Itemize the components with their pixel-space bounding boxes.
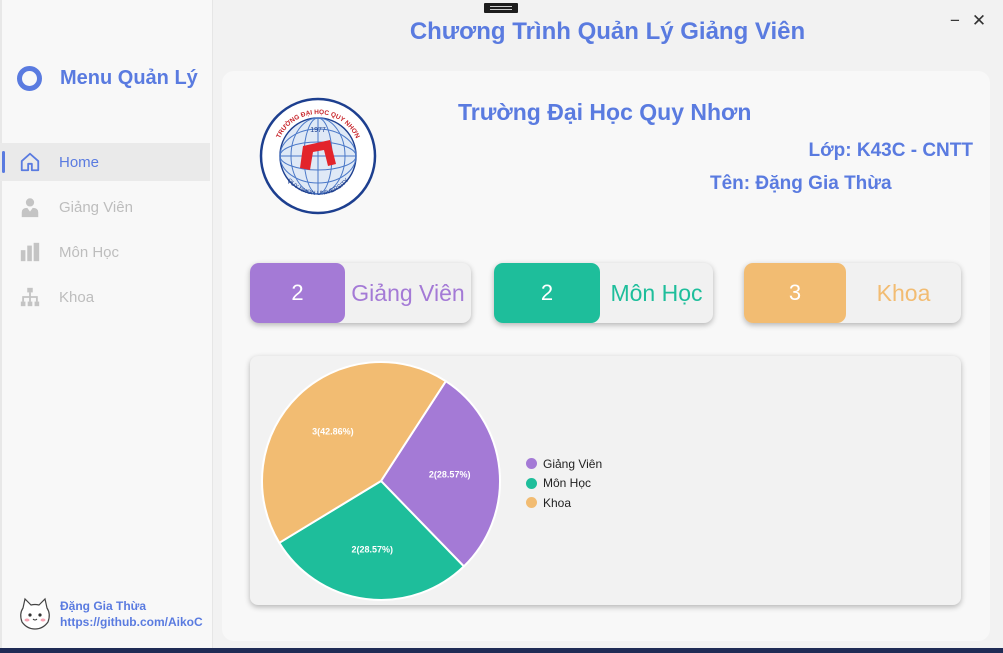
minimize-icon: − bbox=[950, 11, 960, 30]
legend-label: Môn Học bbox=[543, 476, 592, 491]
legend-dot-icon bbox=[526, 477, 537, 489]
author-info: Đặng Gia Thừa https://github.com/AikoC bbox=[60, 598, 203, 630]
pie-chart-card: 2(28.57%) 2(28.57%) 3(42.86%) Giảng Viên Mô… bbox=[250, 356, 961, 605]
legend-label: Giảng Viên bbox=[543, 456, 603, 471]
svg-text:1977: 1977 bbox=[310, 127, 326, 134]
legend-label: Khoa bbox=[543, 495, 572, 510]
sidebar-item-home[interactable]: Home bbox=[0, 143, 210, 181]
stat-label: Môn Học bbox=[610, 279, 703, 306]
sidebar-item-label: Home bbox=[59, 153, 100, 171]
app-title: Chương Trình Quản Lý Giảng Viên bbox=[409, 18, 806, 45]
university-seal-logo: 1977 TRƯỜNG ĐẠI HỌC QUY NHƠN QUY NHON UN… bbox=[259, 97, 377, 215]
avatar bbox=[20, 597, 50, 630]
sidebar-item-label: Giảng Viên bbox=[59, 198, 133, 216]
pie-data-label: 2(28.57%) bbox=[351, 544, 393, 554]
stat-label: Khoa bbox=[876, 279, 931, 306]
author-link[interactable]: https://github.com/AikoC bbox=[60, 614, 203, 630]
sidebar-item-giang-vien[interactable]: Giảng Viên bbox=[0, 188, 210, 226]
sidebar-edge bbox=[0, 0, 2, 648]
stat-card-giang-vien[interactable]: 2 Giảng Viên bbox=[250, 263, 471, 323]
books-icon bbox=[17, 239, 43, 265]
sidebar-title: Menu Quản Lý bbox=[60, 67, 198, 89]
legend-dot-icon bbox=[526, 458, 537, 470]
sidebar: Menu Quản Lý Home Giảng Viên Môn Học Kho… bbox=[0, 0, 213, 648]
sidebar-item-mon-hoc[interactable]: Môn Học bbox=[0, 233, 210, 271]
legend-item[interactable]: Môn Học bbox=[526, 474, 602, 494]
sidebar-item-khoa[interactable]: Khoa bbox=[0, 278, 210, 316]
stat-value: 2 bbox=[250, 263, 345, 323]
school-name: Trường Đại Học Quy Nhơn bbox=[458, 99, 752, 125]
drag-handle[interactable] bbox=[484, 3, 518, 13]
org-chart-icon bbox=[17, 284, 43, 310]
chart-legend: Giảng Viên Môn Học Khoa bbox=[526, 454, 602, 513]
brand-ring-icon bbox=[17, 66, 42, 91]
sidebar-item-label: Môn Học bbox=[59, 243, 120, 261]
pie-chart: 2(28.57%) 2(28.57%) 3(42.86%) bbox=[261, 361, 501, 601]
dashboard-panel: 1977 TRƯỜNG ĐẠI HỌC QUY NHƠN QUY NHON UN… bbox=[222, 71, 990, 641]
app-window: Menu Quản Lý Home Giảng Viên Môn Học Kho… bbox=[0, 0, 1003, 648]
stat-value: 2 bbox=[494, 263, 600, 323]
sidebar-brand: Menu Quản Lý bbox=[17, 66, 198, 91]
legend-item[interactable]: Khoa bbox=[526, 493, 602, 513]
student-name-label: Tên: Đặng Gia Thừa bbox=[710, 173, 892, 194]
stat-card-khoa[interactable]: 3 Khoa bbox=[744, 263, 961, 323]
sidebar-nav: Home Giảng Viên Môn Học Khoa bbox=[0, 143, 210, 323]
close-icon: ✕ bbox=[971, 11, 987, 30]
author-name: Đặng Gia Thừa bbox=[60, 599, 147, 613]
person-icon bbox=[17, 194, 43, 220]
legend-dot-icon bbox=[526, 497, 537, 509]
class-label: Lớp: K43C - CNTT bbox=[808, 140, 973, 161]
minimize-button[interactable]: − bbox=[946, 12, 964, 30]
pie-data-label: 2(28.57%) bbox=[429, 469, 471, 479]
legend-item[interactable]: Giảng Viên bbox=[526, 454, 602, 474]
pie-data-label: 3(42.86%) bbox=[312, 426, 354, 436]
stat-card-mon-hoc[interactable]: 2 Môn Học bbox=[494, 263, 713, 323]
stat-label: Giảng Viên bbox=[351, 279, 465, 306]
close-button[interactable]: ✕ bbox=[970, 12, 988, 30]
stat-value: 3 bbox=[744, 263, 846, 323]
sidebar-item-label: Khoa bbox=[59, 288, 95, 306]
home-icon bbox=[17, 149, 43, 175]
author-footer: Đặng Gia Thừa https://github.com/AikoC bbox=[17, 596, 203, 632]
